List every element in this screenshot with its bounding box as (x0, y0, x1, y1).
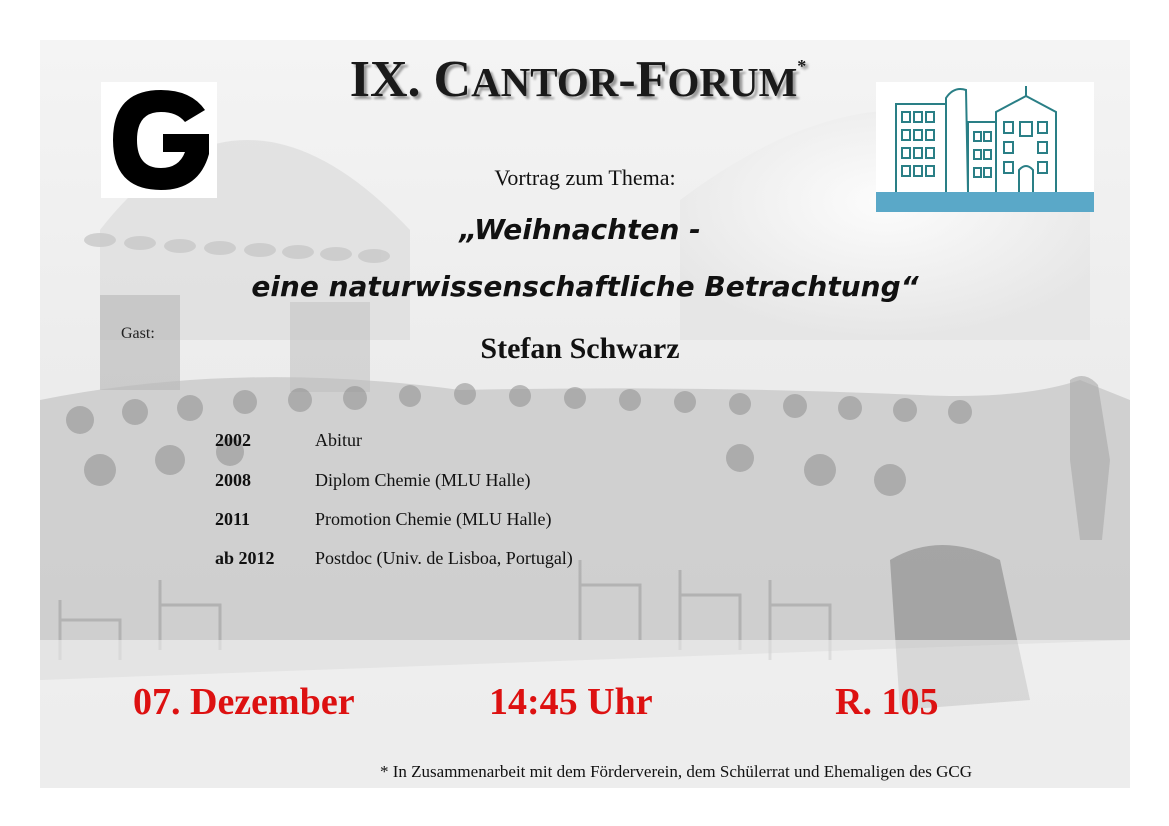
cv-year: ab 2012 (215, 548, 275, 568)
school-building-logo-icon (876, 82, 1094, 212)
cv-year: 2011 (215, 509, 251, 529)
cv-item: 2008 Diplom Chemie (MLU Halle) (215, 470, 530, 491)
event-room: R. 105 (835, 681, 939, 723)
event-date: 07. Dezember (133, 681, 355, 723)
school-g-logo-icon (101, 82, 217, 198)
title-c-initial: C (433, 51, 472, 108)
topic-line-1: „Weihnachten - (459, 213, 701, 246)
title-f-initial: F (635, 51, 668, 108)
cv-text: Abitur (315, 430, 362, 450)
cv-year: 2008 (215, 470, 251, 490)
guest-name: Stefan Schwarz (480, 332, 680, 365)
title-footnote-mark: * (797, 56, 807, 76)
title-dash: - (618, 51, 636, 108)
topic-line-2: eine naturwissenschaftliche Betrachtung“ (251, 270, 919, 303)
cv-text: Promotion Chemie (MLU Halle) (315, 509, 552, 529)
event-time: 14:45 Uhr (489, 681, 653, 723)
cooperation-footnote: * In Zusammenarbeit mit dem Förderverein… (380, 762, 973, 781)
talk-subtitle: Vortrag zum Thema: (494, 165, 676, 190)
title-f-rest: ORUM (667, 59, 798, 105)
title-roman-numeral: IX. (349, 51, 421, 108)
title-c-rest: ANTOR (471, 59, 619, 105)
cv-text: Postdoc (Univ. de Lisboa, Portugal) (315, 548, 573, 568)
cv-year: 2002 (215, 430, 251, 450)
cv-item: 2011 Promotion Chemie (MLU Halle) (215, 509, 551, 530)
event-title: IX. CANTOR-FORUM* (298, 50, 858, 109)
cv-text: Diplom Chemie (MLU Halle) (315, 470, 531, 490)
cv-item: ab 2012 Postdoc (Univ. de Lisboa, Portuga… (215, 548, 573, 569)
cv-item: 2002 Abitur (215, 430, 362, 451)
guest-label: Gast: (121, 325, 155, 342)
